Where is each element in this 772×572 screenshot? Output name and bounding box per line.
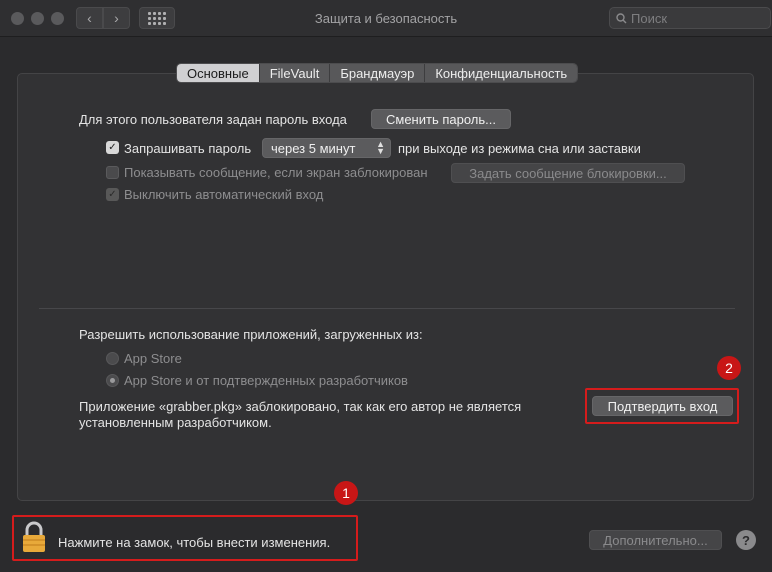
require-delay-value: через 5 минут xyxy=(271,140,356,156)
confirm-highlight-box xyxy=(585,388,739,424)
section-divider xyxy=(39,308,735,309)
change-password-button[interactable]: Сменить пароль... xyxy=(371,109,511,129)
tab-filevault[interactable]: FileVault xyxy=(259,64,331,82)
search-field[interactable] xyxy=(609,7,771,29)
radio-app-store-developers-label: App Store и от подтвержденных разработчи… xyxy=(124,373,408,388)
title-bar: ‹ › Защита и безопасность xyxy=(0,0,772,37)
search-icon xyxy=(616,12,627,23)
radio-app-store[interactable] xyxy=(106,352,119,365)
advanced-button[interactable]: Дополнительно... xyxy=(589,530,722,550)
tab-general[interactable]: Основные xyxy=(177,64,260,82)
annotation-badge-1: 1 xyxy=(334,481,358,505)
require-password-label: Запрашивать пароль xyxy=(124,141,252,156)
show-message-checkbox[interactable] xyxy=(106,166,119,179)
tab-firewall[interactable]: Брандмауэр xyxy=(330,64,426,82)
radio-app-store-developers[interactable] xyxy=(106,374,119,387)
require-password-checkbox[interactable]: ✓ xyxy=(106,141,119,154)
disable-autologin-label: Выключить автоматический вход xyxy=(124,187,324,202)
lock-highlight-box xyxy=(12,515,358,561)
password-label: Для этого пользователя задан пароль вход… xyxy=(79,112,347,127)
show-message-label: Показывать сообщение, если экран заблоки… xyxy=(124,165,428,180)
disable-autologin-checkbox[interactable]: ✓ xyxy=(106,188,119,201)
tab-bar: Основные FileVault Брандмауэр Конфиденци… xyxy=(176,63,579,83)
checkmark-icon: ✓ xyxy=(108,189,117,200)
search-input[interactable] xyxy=(631,10,751,26)
allow-apps-heading: Разрешить использование приложений, загр… xyxy=(79,327,423,342)
radio-app-store-label: App Store xyxy=(124,351,182,366)
tab-privacy[interactable]: Конфиденциальность xyxy=(425,64,578,82)
blocked-app-message: Приложение «grabber.pkg» заблокировано, … xyxy=(79,399,522,430)
checkmark-icon: ✓ xyxy=(108,142,117,153)
set-lock-message-button[interactable]: Задать сообщение блокировки... xyxy=(451,163,685,183)
annotation-badge-2: 2 xyxy=(717,356,741,380)
help-button[interactable]: ? xyxy=(736,530,756,550)
require-password-suffix: при выходе из режима сна или заставки xyxy=(398,141,641,156)
require-delay-select[interactable]: через 5 минут ▲ ▼ xyxy=(262,138,391,158)
updown-chevron-icon: ▲ ▼ xyxy=(376,139,385,156)
